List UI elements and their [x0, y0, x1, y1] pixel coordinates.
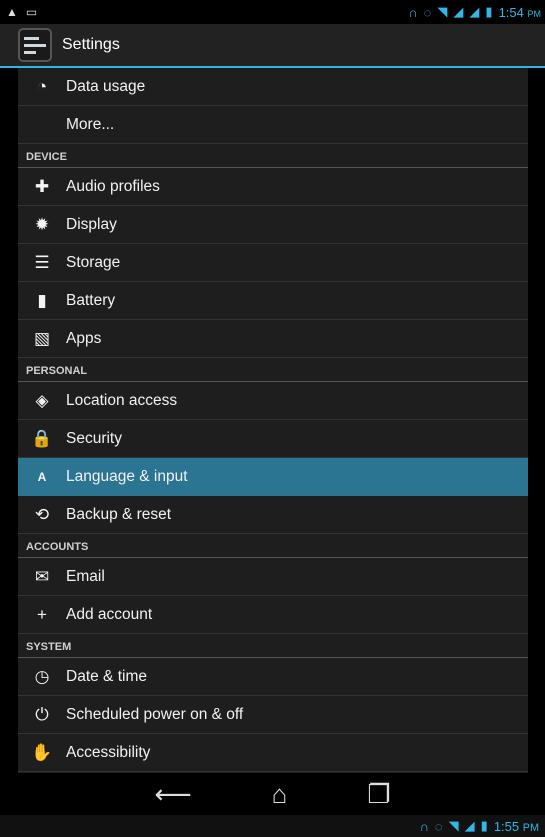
- home-icon[interactable]: ⌂: [272, 779, 288, 810]
- settings-item[interactable]: ◷ Date & time: [18, 658, 528, 696]
- lock-icon: 🔒: [31, 428, 53, 448]
- settings-item[interactable]: ✚ Audio profiles: [18, 168, 528, 206]
- wifi-icon: ◥: [437, 4, 448, 19]
- settings-item-label: Email: [66, 567, 105, 585]
- settings-item[interactable]: ◔ Data usage: [18, 68, 528, 106]
- headset-icon: ∩: [419, 818, 429, 834]
- page-title: Settings: [62, 36, 120, 53]
- headset-icon: ∩: [408, 4, 418, 20]
- location-icon: ◈: [35, 390, 49, 410]
- storage-icon: ☰: [34, 252, 50, 272]
- settings-item[interactable]: ✹ Display: [18, 206, 528, 244]
- settings-item-label: Date & time: [66, 667, 147, 685]
- battery-icon: ▮: [480, 818, 488, 833]
- signal-icon: ◢: [464, 818, 475, 833]
- data-usage-icon: ◔: [36, 76, 48, 96]
- signal-icon: ◢: [469, 4, 480, 19]
- hand-icon: ✋: [31, 742, 53, 762]
- settings-item[interactable]: + Add account: [18, 596, 528, 634]
- settings-item-label: Location access: [66, 391, 178, 409]
- section-header: DEVICE: [18, 144, 528, 168]
- image-icon: ▭: [25, 5, 38, 19]
- settings-item-label: Language & input: [66, 467, 188, 485]
- bottom-time: 1:55 PM: [493, 818, 539, 834]
- settings-item[interactable]: ⟲ Backup & reset: [18, 496, 528, 534]
- settings-item-label: More...: [66, 115, 115, 133]
- settings-item-label: Backup & reset: [66, 505, 172, 523]
- battery-icon: ▮: [485, 4, 493, 19]
- settings-list: ◔ Data usage More... DEVICE ✚ Audio profiles ✹…: [18, 68, 528, 773]
- settings-item[interactable]: ✋ Accessibility: [18, 734, 528, 772]
- display-icon: ✹: [34, 214, 50, 234]
- settings-item-label: Display: [66, 215, 117, 233]
- apps-icon: ▧: [33, 328, 51, 348]
- recents-icon[interactable]: ❐: [367, 779, 390, 810]
- sync-icon: ◌: [434, 818, 443, 834]
- settings-item[interactable]: ✉ Email: [18, 558, 528, 596]
- status-left: ▲ ▭: [0, 5, 37, 19]
- settings-item-label: Scheduled power on & off: [66, 705, 244, 723]
- settings-item-label: Apps: [66, 329, 102, 347]
- section-header: SYSTEM: [18, 634, 528, 658]
- settings-item[interactable]: ☰ Storage: [18, 244, 528, 282]
- settings-item-label: Security: [66, 429, 122, 447]
- language-icon: A: [37, 469, 47, 484]
- settings-item[interactable]: ▧ Apps: [18, 320, 528, 358]
- settings-app-icon[interactable]: [18, 28, 52, 62]
- settings-item[interactable]: ▮ Battery: [18, 282, 528, 320]
- status-right: ∩ ◌ ◥ ◢ ◢ ▮ 1:54 PM: [408, 4, 545, 20]
- audio-profiles-icon: ✚: [34, 176, 50, 196]
- section-header: ACCOUNTS: [18, 534, 528, 558]
- back-icon[interactable]: ⟵: [154, 779, 191, 810]
- settings-item-label: Storage: [66, 253, 121, 271]
- navigation-bar: ⟵ ⌂ ❐: [0, 773, 545, 815]
- settings-item[interactable]: 🔒 Security: [18, 420, 528, 458]
- settings-item-label: Add account: [66, 605, 153, 623]
- battery-icon: ▮: [37, 290, 47, 310]
- settings-item[interactable]: More...: [18, 106, 528, 144]
- settings-item-label: Data usage: [66, 77, 146, 95]
- settings-item-label: Accessibility: [66, 743, 151, 761]
- clock-icon: ◷: [34, 666, 50, 686]
- backup-icon: ⟲: [34, 504, 50, 524]
- settings-item-label: Audio profiles: [66, 177, 160, 195]
- power-schedule-icon: ⏻: [35, 704, 49, 724]
- warning-icon: ▲: [6, 5, 18, 19]
- bottom-status-bar: ∩ ◌ ◥ ◢ ▮ 1:55 PM: [0, 815, 545, 837]
- settings-item[interactable]: ⏻ Scheduled power on & off: [18, 696, 528, 734]
- action-bar: Settings: [0, 24, 545, 68]
- section-header: PERSONAL: [18, 358, 528, 382]
- signal-icon: ◢: [453, 4, 464, 19]
- settings-item[interactable]: A Language & input: [18, 458, 528, 496]
- wifi-icon: ◥: [448, 818, 459, 833]
- settings-item-label: Battery: [66, 291, 116, 309]
- email-icon: ✉: [34, 566, 50, 586]
- settings-item[interactable]: ◈ Location access: [18, 382, 528, 420]
- sync-icon: ◌: [423, 4, 432, 20]
- add-icon: +: [37, 604, 47, 624]
- status-time: 1:54 PM: [498, 4, 541, 20]
- status-bar: ▲ ▭ ∩ ◌ ◥ ◢ ◢ ▮ 1:54 PM: [0, 0, 545, 24]
